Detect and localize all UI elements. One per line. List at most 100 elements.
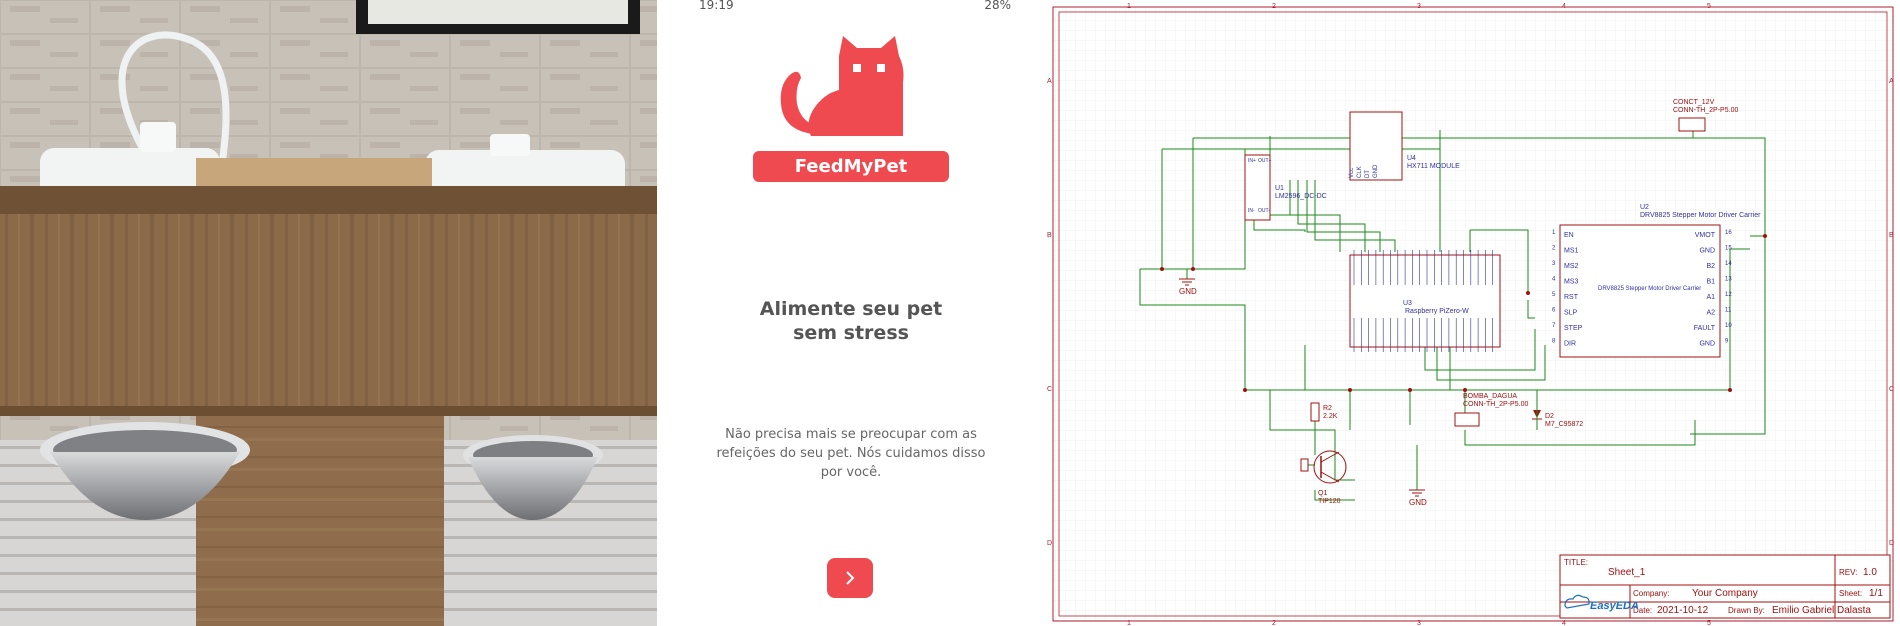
frame-letter-b: B <box>1047 232 1052 239</box>
u2-right-pin-number: 11 <box>1725 308 1732 314</box>
u2-right-pin-number: 12 <box>1725 292 1732 298</box>
rev-value: 1.0 <box>1863 567 1877 578</box>
next-button[interactable] <box>827 558 873 598</box>
app-welcome-screen: 19:19 28% FeedMyPet Alimente seu pet sem… <box>657 0 1045 626</box>
chevron-right-icon <box>846 571 855 585</box>
title-label: TITLE: <box>1564 558 1588 567</box>
conn-12v-name: CONN-TH_2P-P5.00 <box>1673 107 1738 114</box>
r2-ref: R2 <box>1323 405 1332 412</box>
frame-number-1-bottom: 1 <box>1127 620 1131 626</box>
u2-right-pin-label: A1 <box>1706 294 1715 301</box>
gnd2-label: GND <box>1409 498 1427 507</box>
u4-pin-clk: CLK <box>1357 166 1363 178</box>
sheet-label: Sheet: <box>1839 589 1862 598</box>
headline: Alimente seu pet sem stress <box>657 297 1045 345</box>
frame-number-3: 3 <box>1417 3 1421 10</box>
company-value: Your Company <box>1692 588 1758 599</box>
body-text: Não precisa mais se preocupar com as ref… <box>716 427 986 480</box>
u2-left-pin-label: RST <box>1564 294 1579 301</box>
frame-number-2: 2 <box>1272 3 1276 10</box>
d2-value: M7_C95872 <box>1545 421 1583 428</box>
frame-letter-b-right: B <box>1889 232 1894 239</box>
u2-left-pin-label: MS3 <box>1564 279 1579 286</box>
frame-letter-a: A <box>1047 78 1052 85</box>
u2-inner-label: DRV8825 Stepper Motor Driver Carrier <box>1598 286 1701 292</box>
q1-ref: Q1 <box>1318 490 1327 497</box>
u4-pin-gnd: GND <box>1373 164 1379 178</box>
u1-pin-3: OUT+ <box>1258 158 1272 164</box>
headline-line1: Alimente seu pet <box>759 298 943 320</box>
status-time: 19:19 <box>699 0 734 12</box>
sheet-value: 1/1 <box>1869 588 1883 599</box>
frame-number-5: 5 <box>1707 3 1711 10</box>
frame-number-1: 1 <box>1127 3 1131 10</box>
status-battery: 28% <box>984 0 1011 12</box>
frame-number-2-bottom: 2 <box>1272 620 1276 626</box>
circuit-schematic: A B C D A B C D 1 2 3 4 5 1 2 3 4 5 IN+ … <box>1045 0 1900 626</box>
gnd1-label: GND <box>1179 287 1197 296</box>
q1-name: TIP120 <box>1318 498 1341 505</box>
u3-ref: U3 <box>1403 300 1412 307</box>
u2-right-pin-number: 10 <box>1725 323 1732 329</box>
pet-feeder-illustration <box>0 0 657 626</box>
u2-left-pin-label: MS2 <box>1564 263 1579 270</box>
u2-right-pin-label: B1 <box>1706 279 1715 286</box>
pump-ref: BOMBA_DAGUA <box>1463 393 1517 400</box>
cat-icon <box>780 36 904 136</box>
schematic-drawing: A B C D A B C D 1 2 3 4 5 1 2 3 4 5 IN+ … <box>1045 0 1900 626</box>
status-bar: 19:19 28% <box>657 0 1045 14</box>
rev-label: REV: <box>1839 568 1857 577</box>
date-value: 2021-10-12 <box>1657 605 1709 616</box>
frame-letter-d: D <box>1047 540 1052 547</box>
frame-letter-c: C <box>1047 386 1052 393</box>
drawn-label: Drawn By: <box>1728 606 1765 615</box>
u2-name: DRV8825 Stepper Motor Driver Carrier <box>1640 212 1761 219</box>
company-label: Company: <box>1633 589 1669 598</box>
u2-right-pin-label: GND <box>1699 341 1715 348</box>
frame-number-4: 4 <box>1562 3 1566 10</box>
u2-left-pin-label: STEP <box>1564 325 1583 332</box>
title-value: Sheet_1 <box>1608 567 1646 578</box>
u4-pin-dt: DT <box>1365 170 1371 178</box>
d2-ref: D2 <box>1545 413 1554 420</box>
u2-left-pin-label: MS1 <box>1564 248 1579 255</box>
frame-number-3-bottom: 3 <box>1417 620 1421 626</box>
u2-right-pin-label: FAULT <box>1694 325 1716 332</box>
conn-12v-ref: CONCT_12V <box>1673 99 1715 106</box>
u1-ref: U1 <box>1275 185 1284 192</box>
easyeda-logo: EasyEDA <box>1590 600 1639 612</box>
u2-left-pin-label: SLP <box>1564 310 1578 317</box>
u4-name: HX711 MODULE <box>1407 163 1460 170</box>
u4-ref: U4 <box>1407 155 1416 162</box>
u4-pin-vcc: Vcc <box>1349 168 1355 178</box>
u2-right-pin-label: B2 <box>1706 263 1715 270</box>
u1-pin-1: IN+ <box>1248 158 1256 164</box>
u2-ref: U2 <box>1640 204 1649 211</box>
u2-right-pin-number: 16 <box>1725 230 1732 236</box>
u2-right-pin-label: A2 <box>1706 310 1715 317</box>
u3-raspberry-pi: U3 Raspberry PiZero-W <box>1349 250 1501 352</box>
u2-right-pin-number: 13 <box>1725 277 1732 283</box>
u2-left-pin-label: DIR <box>1564 341 1576 348</box>
drawn-value: Emilio Gabriel Dalasta <box>1772 605 1871 616</box>
frame-letter-c-right: C <box>1889 386 1894 393</box>
brand-name-badge: FeedMyPet <box>753 151 949 182</box>
u1-pin-2: IN- <box>1248 208 1255 214</box>
u2-right-pin-number: 15 <box>1725 246 1732 252</box>
u2-right-pin-number: 14 <box>1725 261 1732 267</box>
r2-value: 2.2K <box>1323 413 1338 420</box>
u2-right-pin-label: GND <box>1699 248 1715 255</box>
u3-name: Raspberry PiZero-W <box>1405 308 1469 315</box>
frame-letter-d-right: D <box>1889 540 1894 547</box>
frame-number-4-bottom: 4 <box>1562 620 1566 626</box>
headline-line2: sem stress <box>793 322 909 344</box>
u2-left-pin-label: EN <box>1564 232 1574 239</box>
frame-number-5-bottom: 5 <box>1707 620 1711 626</box>
pump-name: CONN-TH_2P-P5.00 <box>1463 401 1528 408</box>
frame-letter-a-right: A <box>1889 78 1894 85</box>
title-block: TITLE: Sheet_1 REV: 1.0 Company: Your Co… <box>1559 554 1891 619</box>
pet-feeder-photo <box>0 0 657 626</box>
u1-name: LM2596_DC-DC <box>1275 193 1327 200</box>
u1-pin-4: OUT- <box>1258 208 1270 214</box>
u2-right-pin-label: VMOT <box>1695 232 1716 239</box>
